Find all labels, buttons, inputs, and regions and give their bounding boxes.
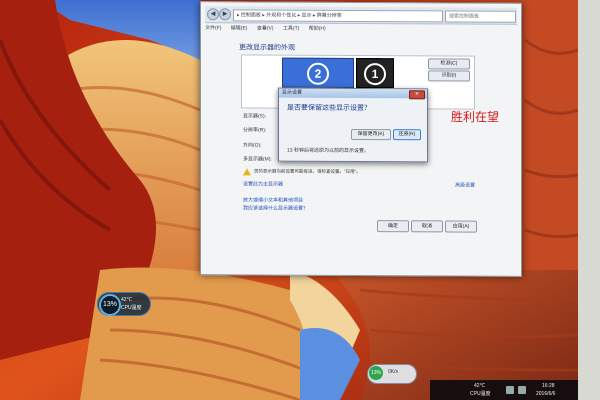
advanced-settings-link[interactable]: 高级设置	[455, 181, 475, 188]
monitor-bezel	[578, 0, 600, 400]
address-bar[interactable]: ▸ 控制面板 ▸ 外观和个性化 ▸ 显示 ▸ 屏幕分辨率	[233, 9, 443, 23]
menu-edit[interactable]: 编辑(E)	[231, 25, 248, 31]
ok-button[interactable]: 确定	[377, 220, 409, 233]
menu-help[interactable]: 帮助(H)	[309, 26, 326, 32]
volume-icon[interactable]	[518, 386, 526, 394]
keep-settings-dialog: 显示设置 ✕ 是否要保留这些显示设置？ 保留更改(K) 还原(R) 13 秒钟后…	[278, 87, 428, 163]
keep-changes-button[interactable]: 保留更改(K)	[351, 128, 391, 141]
orientation-label: 方向(O):	[243, 142, 262, 149]
apply-button[interactable]: 应用(A)	[445, 220, 477, 233]
warning-text: 您的显示器当前设置可能有误，请检查设置。"应用"。	[254, 168, 361, 174]
tray-temp: 42℃	[474, 383, 486, 389]
cpu-temp: 42℃	[121, 297, 133, 303]
menu-view[interactable]: 查看(V)	[257, 25, 274, 31]
close-icon[interactable]: ✕	[409, 90, 425, 100]
dialog-title: 显示设置	[279, 88, 427, 99]
resolution-label: 分辨率(R):	[243, 127, 267, 134]
warning-icon	[243, 168, 251, 176]
network-widget[interactable]: 13% 0K/s	[367, 364, 417, 384]
dialog-question: 是否要保留这些显示设置？	[287, 104, 371, 113]
countdown-text: 13 秒钟后将还原为以前的显示设置。	[287, 147, 369, 155]
page-title: 更改显示器的外观	[239, 44, 295, 52]
tray-temp-label: CPU温度	[470, 391, 491, 397]
display-label: 显示器(S):	[243, 113, 267, 120]
net-speed: 0K/s	[388, 369, 399, 375]
monitor-2[interactable]: 2	[282, 57, 354, 88]
cpu-usage: 13%	[99, 294, 121, 316]
menu-tools[interactable]: 工具(T)	[283, 26, 299, 32]
menu-bar: 文件(F) 编辑(E) 查看(V) 工具(T) 帮助(H)	[205, 24, 517, 36]
monitor-1[interactable]: 1	[356, 57, 394, 89]
revert-button[interactable]: 还原(R)	[393, 129, 421, 141]
network-icon[interactable]	[506, 386, 514, 394]
identify-button[interactable]: 识别(I)	[428, 70, 470, 82]
multiple-displays-label: 多显示器(M):	[243, 156, 272, 163]
clock-date[interactable]: 2016/6/6	[536, 391, 555, 397]
search-input[interactable]: 搜索控制面板	[445, 10, 516, 23]
system-tray: 42℃ CPU温度 16:28 2016/6/6	[430, 380, 578, 400]
main-display-link[interactable]: 设置此为主显示器	[243, 180, 283, 187]
address-bar-area: ◀ ▶ ▸ 控制面板 ▸ 外观和个性化 ▸ 显示 ▸ 屏幕分辨率 搜索控制面板	[205, 6, 517, 25]
screen-resolution-window: ◀ ▶ ▸ 控制面板 ▸ 外观和个性化 ▸ 显示 ▸ 屏幕分辨率 搜索控制面板 …	[200, 1, 522, 277]
text-size-link[interactable]: 放大或缩小文本和其他项目	[243, 196, 303, 203]
clock-time[interactable]: 16:28	[542, 383, 555, 389]
back-icon[interactable]: ◀	[207, 8, 219, 21]
cpu-widget[interactable]: 13% 42℃ CPU温度	[97, 292, 151, 316]
detect-button[interactable]: 检测(C)	[428, 58, 470, 70]
cancel-button[interactable]: 取消	[411, 220, 443, 233]
display-settings-help-link[interactable]: 我应该选择什么显示器设置？	[243, 204, 308, 211]
forward-icon[interactable]: ▶	[219, 8, 231, 21]
net-usage: 13%	[369, 366, 383, 380]
menu-file[interactable]: 文件(F)	[205, 25, 221, 31]
red-caption: 胜利在望	[451, 110, 500, 124]
cpu-temp-label: CPU温度	[121, 305, 142, 311]
